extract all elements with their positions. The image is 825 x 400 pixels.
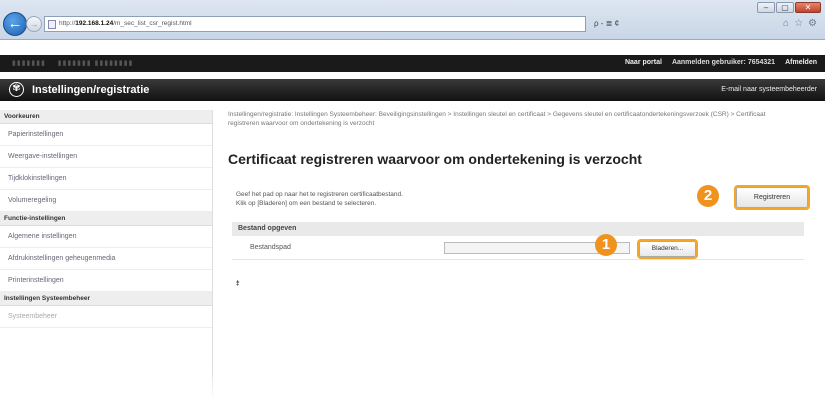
main-content: Instellingen/registratie: Instellingen S… — [228, 110, 818, 288]
logout-link[interactable]: Afmelden — [785, 59, 817, 66]
top-bar: ▮▮▮▮▮▮▮ ▮▮▮▮▮▮▮ ▮▮▮▮▮▮▮▮ Naar portal Aan… — [0, 55, 825, 72]
home-icon[interactable]: ⌂ — [783, 16, 789, 32]
instruction-text: Geef het pad op naar het te registreren … — [236, 190, 536, 208]
page-title: Certificaat registreren waarvoor om onde… — [228, 151, 642, 167]
forward-arrow-icon[interactable]: → — [26, 16, 42, 32]
sidebar-item-display[interactable]: Weergave-instellingen — [0, 146, 212, 168]
browser-chrome: – ▢ ✕ ← → http://192.168.1.24/m_sec_list… — [0, 0, 825, 40]
sidebar-item-paper[interactable]: Papierinstellingen — [0, 124, 212, 146]
settings-gear-icon[interactable]: ⚙ — [808, 16, 817, 32]
sidebar-item-memory-media[interactable]: Afdrukinstellingen geheugenmedia — [0, 248, 212, 270]
address-tools[interactable]: ρ - ≣ ¢ — [594, 16, 619, 32]
sidebar-item-timer[interactable]: Tijdklokinstellingen — [0, 168, 212, 190]
address-prefix: http:// — [59, 20, 76, 27]
address-path: /m_sec_list_csr_regist.html — [113, 20, 192, 27]
portal-link[interactable]: Naar portal — [625, 59, 662, 66]
page-section-title: Instellingen/registratie — [32, 84, 150, 96]
device-name: ▮▮▮▮▮▮▮ ▮▮▮▮▮▮▮ ▮▮▮▮▮▮▮▮ — [12, 60, 134, 67]
sidebar-heading-function: Functie-instellingen — [0, 212, 212, 226]
settings-logo-icon: ✾ — [9, 82, 24, 97]
browse-button[interactable]: Bladeren... — [639, 241, 696, 257]
register-button[interactable]: Registreren — [736, 187, 808, 208]
maximize-button[interactable]: ▢ — [776, 2, 794, 13]
sidebar-fade — [0, 370, 213, 400]
sidebar: Voorkeuren Papierinstellingen Weergave-i… — [0, 110, 213, 400]
sidebar-item-volume[interactable]: Volumeregeling — [0, 190, 212, 212]
browser-tools: ⌂ ☆ ⚙ — [783, 16, 817, 32]
address-bar[interactable]: http://192.168.1.24/m_sec_list_csr_regis… — [44, 16, 586, 32]
back-to-top-icon[interactable]: ⯒ — [236, 278, 240, 292]
close-window-button[interactable]: ✕ — [795, 2, 821, 13]
sidebar-heading-system: Instellingen Systeembeheer — [0, 292, 212, 306]
back-arrow-icon[interactable]: ← — [3, 12, 27, 36]
step-1-callout: 1 — [595, 234, 617, 256]
window-controls: – ▢ ✕ — [757, 2, 821, 13]
mail-admin-link[interactable]: E-mail naar systeembeheerder — [721, 86, 817, 93]
breadcrumb: Instellingen/registratie: Instellingen S… — [228, 111, 766, 127]
instruction-line-1: Geef het pad op naar het te registreren … — [236, 191, 403, 198]
favorites-star-icon[interactable]: ☆ — [794, 16, 803, 32]
login-label: Aanmelden gebruiker: — [671, 59, 746, 66]
section-heading: Bestand opgeven — [232, 222, 804, 236]
minimize-button[interactable]: – — [757, 2, 775, 13]
sidebar-item-system-management[interactable]: Systeembeheer — [0, 306, 212, 328]
title-bar: ✾ Instellingen/registratie E-mail naar s… — [0, 79, 825, 101]
address-host: 192.168.1.24 — [75, 20, 114, 27]
page-icon — [48, 20, 56, 29]
file-path-label: Bestandspad — [250, 244, 291, 251]
step-2-callout: 2 — [697, 185, 719, 207]
sidebar-item-general[interactable]: Algemene instellingen — [0, 226, 212, 248]
file-path-row: Bestandspad Bladeren... — [232, 236, 804, 260]
instruction-line-2: Klik op [Bladeren] om een bestand te sel… — [236, 200, 377, 207]
login-user-info: Aanmelden gebruiker: 7654321 — [672, 59, 775, 66]
sidebar-heading-preferences: Voorkeuren — [0, 110, 212, 124]
user-id: 7654321 — [747, 59, 776, 66]
sidebar-item-printer[interactable]: Printerinstellingen — [0, 270, 212, 292]
